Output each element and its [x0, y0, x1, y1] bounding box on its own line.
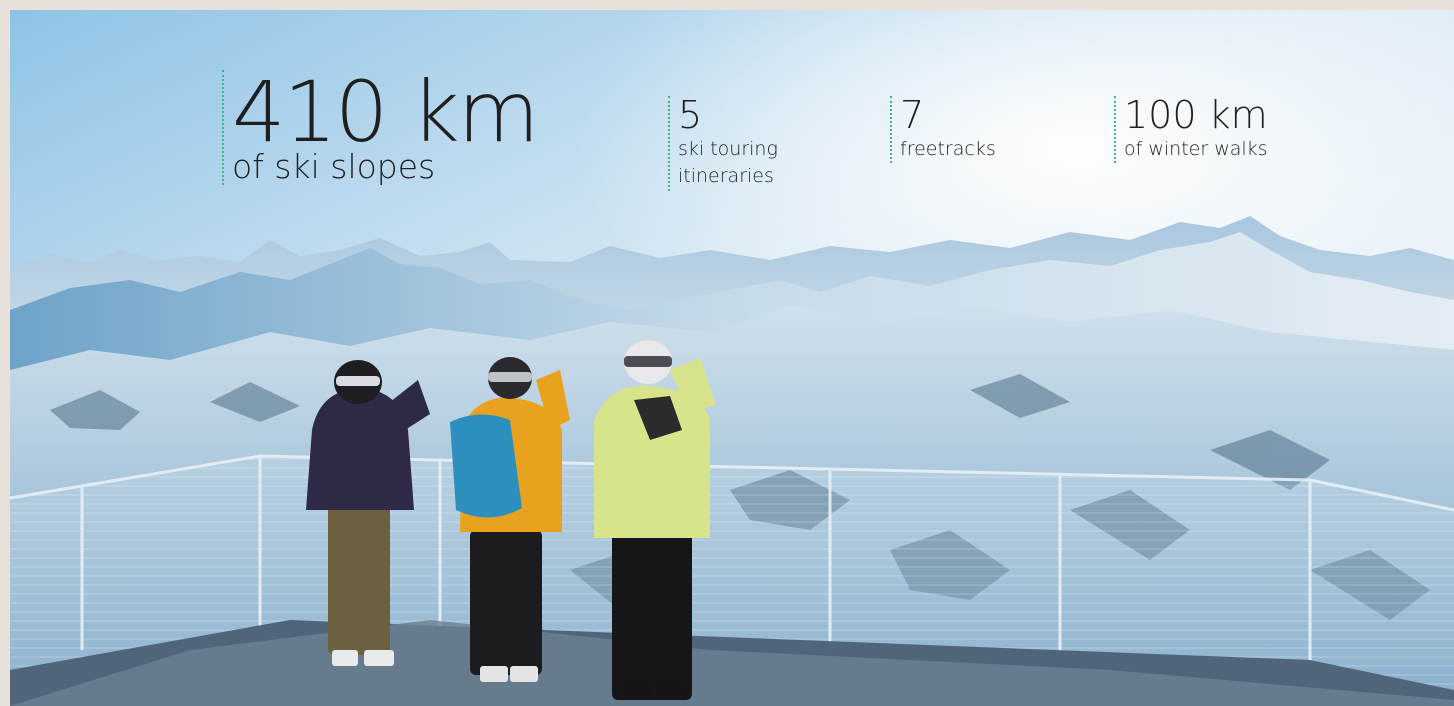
stat-ski-slopes-value: 410 km — [232, 63, 540, 161]
stat-winter-walks: 100 km of winter walks — [1114, 93, 1268, 164]
stat-ski-touring-value: 5 — [678, 93, 703, 137]
stat-freetracks-label: freetracks — [900, 137, 996, 160]
stat-winter-walks-value: 100 km — [1124, 93, 1268, 137]
stat-ski-touring-label: ski touring itineraries — [678, 137, 778, 188]
stat-ski-touring: 5 ski touring itineraries — [668, 93, 828, 191]
stat-freetracks: 7 freetracks — [890, 93, 996, 164]
stat-ski-slopes: 410 km of ski slopes — [222, 63, 540, 185]
stat-freetracks-value: 7 — [900, 93, 925, 137]
stat-winter-walks-label: of winter walks — [1124, 137, 1268, 160]
hero-photo: 410 km of ski slopes 5 ski touring itine… — [10, 10, 1454, 706]
